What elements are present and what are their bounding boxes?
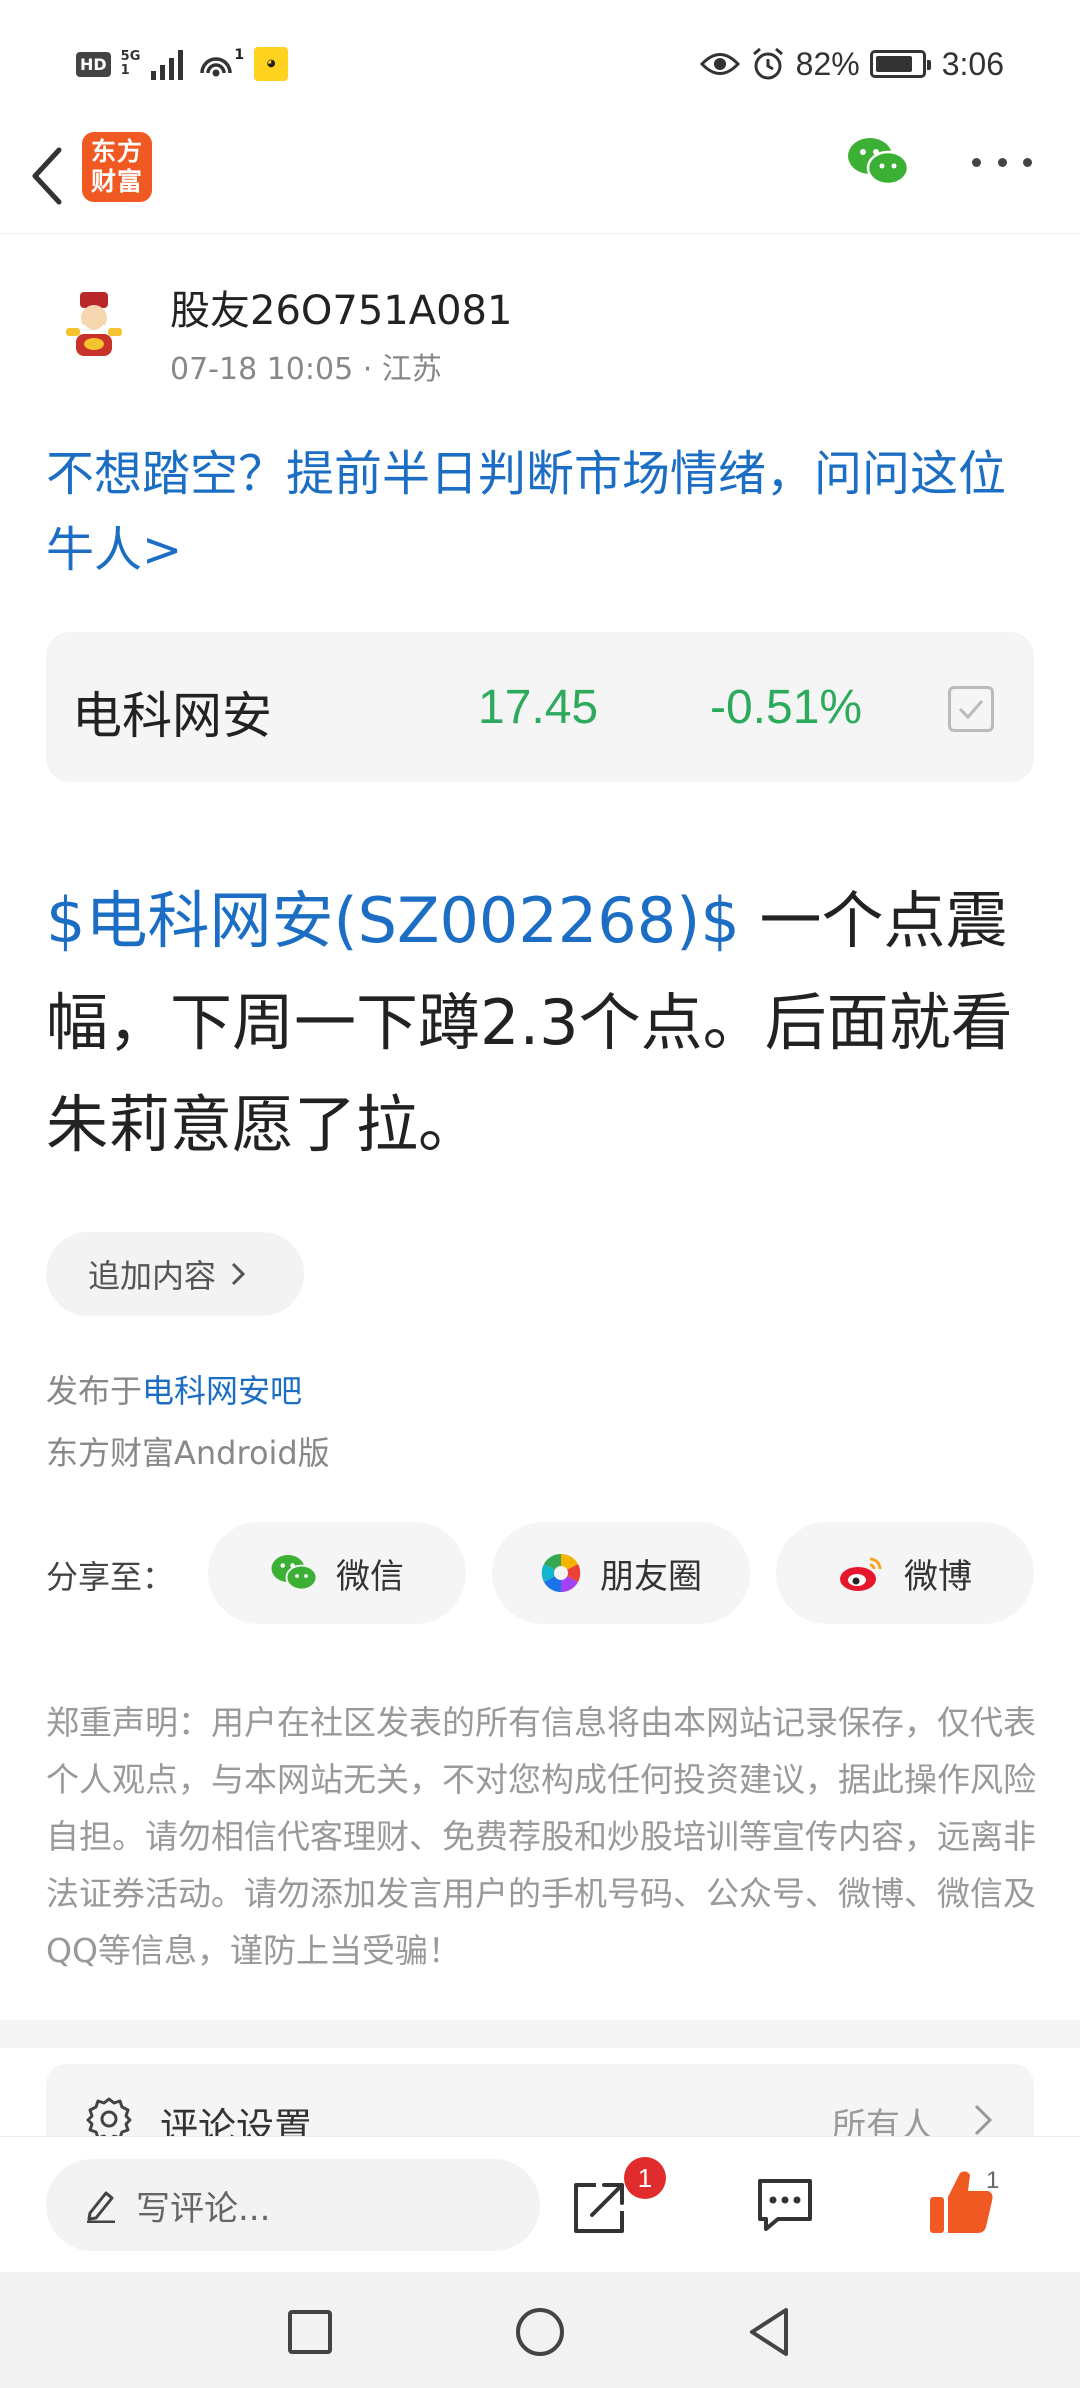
app-header: 东方 财富 bbox=[0, 120, 1080, 234]
back-button[interactable] bbox=[22, 136, 72, 216]
published-info: 发布于电科网安吧 bbox=[46, 1366, 302, 1412]
stock-bar-link[interactable]: 电科网安吧 bbox=[142, 1372, 302, 1410]
wechat-icon bbox=[271, 1555, 318, 1591]
status-right: 82% 3:06 bbox=[699, 40, 1004, 88]
share-moments-button[interactable]: 朋友圈 bbox=[492, 1522, 750, 1624]
write-comment-placeholder: 写评论... bbox=[136, 2188, 271, 2229]
append-content-button[interactable]: 追加内容 bbox=[46, 1232, 304, 1316]
home-circle-icon[interactable] bbox=[510, 2302, 570, 2362]
stock-name: 电科网安 bbox=[72, 687, 272, 745]
share-label: 分享至： bbox=[46, 1558, 175, 1596]
alarm-icon bbox=[752, 47, 783, 80]
more-dot-icon bbox=[997, 157, 1007, 167]
chevron-right-icon bbox=[231, 1262, 246, 1286]
battery-fill bbox=[875, 56, 912, 72]
logo-line1: 东方 bbox=[90, 137, 143, 166]
stock-change: -0.51% bbox=[710, 681, 863, 734]
network-sim-label: 1 bbox=[120, 63, 130, 78]
battery-icon bbox=[869, 50, 931, 78]
chevron-right-icon bbox=[974, 2104, 993, 2136]
wechat-share-icon[interactable] bbox=[846, 136, 910, 188]
signal-icon bbox=[151, 50, 184, 80]
more-options-button[interactable] bbox=[972, 142, 1032, 182]
thumbs-up-icon[interactable] bbox=[928, 2167, 994, 2237]
share-weibo-button[interactable]: 微博 bbox=[776, 1522, 1034, 1624]
more-dot-icon bbox=[972, 157, 981, 167]
published-prefix: 发布于 bbox=[46, 1372, 143, 1410]
post-body: $电科网安(SZ002268)$ 一个点震幅，下周一下蹲2.3个点。后面就看朱莉… bbox=[46, 870, 1042, 1176]
comment-icon[interactable] bbox=[754, 2175, 816, 2235]
promo-link[interactable]: 不想踏空？提前半日判断市场情绪，问问这位牛人> bbox=[46, 436, 1042, 588]
system-nav-bar bbox=[0, 2272, 1080, 2388]
moments-icon bbox=[541, 1553, 581, 1593]
notification-app-icon: ◕ bbox=[254, 47, 289, 81]
section-divider bbox=[0, 2020, 1080, 2048]
more-dot-icon bbox=[1023, 157, 1032, 167]
append-label: 追加内容 bbox=[88, 1257, 217, 1295]
add-watchlist-checkbox-icon[interactable] bbox=[948, 686, 994, 732]
pencil-icon bbox=[87, 2191, 115, 2223]
stock-price: 17.45 bbox=[478, 681, 599, 734]
status-bar: HD 5G 1 1 ◕ 82% 3:06 bbox=[0, 0, 1080, 120]
weibo-icon bbox=[840, 1557, 882, 1591]
share-weibo-label: 微博 bbox=[904, 1556, 972, 1597]
author-name[interactable]: 股友26O751A081 bbox=[170, 278, 512, 336]
hotspot-count: 1 bbox=[234, 47, 245, 63]
like-count: 1 bbox=[986, 2167, 1000, 2194]
battery-percent: 82% bbox=[795, 45, 860, 82]
network-type-icon: 5G 1 bbox=[121, 50, 141, 78]
share-wechat-button[interactable]: 微信 bbox=[208, 1522, 466, 1624]
share-moments-label: 朋友圈 bbox=[600, 1556, 702, 1597]
share-badge: 1 bbox=[624, 2157, 666, 2199]
share-icon[interactable] bbox=[570, 2177, 630, 2237]
post-stock-link[interactable]: $电科网安(SZ002268)$ bbox=[46, 884, 740, 957]
hd-icon: HD bbox=[76, 51, 111, 77]
app-logo[interactable]: 东方 财富 bbox=[82, 132, 152, 202]
network-type-label: 5G bbox=[120, 49, 141, 64]
share-wechat-label: 微信 bbox=[336, 1556, 404, 1597]
stock-card[interactable]: 电科网安 17.45 -0.51% bbox=[46, 632, 1034, 782]
chevron-left-icon bbox=[32, 147, 62, 205]
bottom-action-bar: 写评论... 1 1 bbox=[0, 2136, 1080, 2272]
client-version: 东方财富Android版 bbox=[46, 1434, 330, 1472]
back-triangle-icon[interactable] bbox=[740, 2302, 800, 2362]
recents-square-icon[interactable] bbox=[280, 2302, 340, 2362]
post-meta: 07-18 10:05 · 江苏 bbox=[170, 352, 442, 387]
hotspot-icon bbox=[200, 57, 233, 77]
eye-icon bbox=[699, 53, 740, 75]
disclaimer: 郑重声明：用户在社区发表的所有信息将由本网站记录保存，仅代表个人观点，与本网站无… bbox=[46, 1703, 1036, 1970]
author-avatar[interactable] bbox=[54, 282, 134, 362]
status-left: HD 5G 1 1 ◕ bbox=[76, 44, 289, 84]
logo-line2: 财富 bbox=[90, 167, 143, 196]
write-comment-input[interactable]: 写评论... bbox=[46, 2159, 540, 2251]
clock: 3:06 bbox=[941, 45, 1004, 82]
